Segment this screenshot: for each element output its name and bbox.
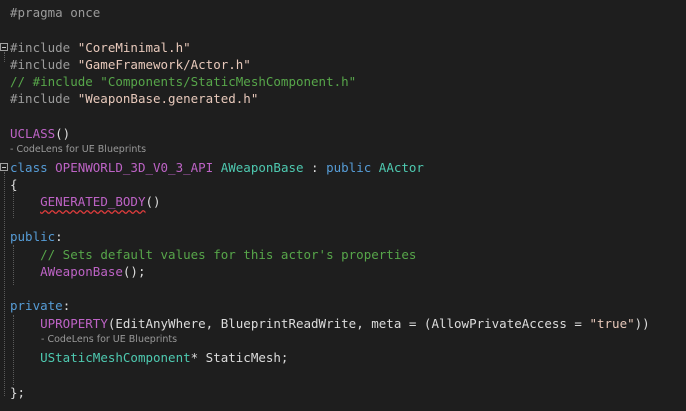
code-token: #include [10, 40, 78, 55]
code-line-open-brace[interactable]: { [10, 176, 18, 193]
code-token: AWeaponBase [220, 160, 312, 175]
code-token: )) [634, 316, 650, 331]
code-line-generated-body[interactable]: GENERATED_BODY() [10, 193, 161, 210]
code-token: public [326, 160, 379, 175]
code-token: () [55, 126, 71, 141]
code-token: (); [122, 264, 146, 279]
code-token: class [10, 160, 56, 175]
codelens-uproperty[interactable]: - CodeLens for UE Blueprints [41, 334, 177, 346]
code-line-comment-defaults[interactable]: // Sets default values for this actor's … [10, 246, 416, 263]
code-line-private[interactable]: private: [10, 297, 70, 314]
code-token: #pragma once [10, 5, 101, 20]
code-token: UCLASS [10, 126, 56, 141]
code-line-staticmesh[interactable]: UStaticMeshComponent* StaticMesh; [10, 349, 288, 366]
code-token: #include [10, 57, 78, 72]
code-token: }; [10, 385, 26, 400]
code-token: "CoreMinimal.h" [77, 40, 191, 55]
code-token: () [145, 194, 161, 209]
code-token: "WeaponBase.generated.h" [77, 91, 259, 106]
code-token: "GameFramework/Actor.h" [77, 57, 251, 72]
code-token: : [62, 298, 71, 313]
code-token: "true" [589, 316, 635, 331]
code-token: AActor [378, 160, 424, 175]
code-token: * StaticMesh; [190, 350, 289, 365]
fold-toggle-class-icon[interactable] [0, 163, 8, 171]
code-line-include-actor[interactable]: #include "GameFramework/Actor.h" [10, 56, 251, 73]
code-token: UPROPERTY [40, 316, 108, 331]
code-token: public [10, 229, 56, 244]
code-line-constructor[interactable]: AWeaponBase(); [10, 263, 145, 280]
fold-guide-class [4, 172, 5, 396]
code-line-uclass[interactable]: UCLASS() [10, 125, 70, 142]
code-line-close-brace[interactable]: }; [10, 384, 25, 401]
code-token: // #include "Components/StaticMeshCompon… [10, 74, 357, 89]
code-line-uproperty[interactable]: UPROPERTY(EditAnyWhere, BlueprintReadWri… [10, 315, 650, 332]
code-line-include-generated[interactable]: #include "WeaponBase.generated.h" [10, 90, 258, 107]
code-token: // Sets default values for this actor's … [40, 247, 417, 262]
fold-toggle-includes-icon[interactable] [0, 43, 8, 51]
code-line-include-coreminimal[interactable]: #include "CoreMinimal.h" [10, 39, 191, 56]
code-editor[interactable]: #pragma once #include "CoreMinimal.h" #i… [0, 0, 686, 411]
code-token: OPENWORLD_3D_V0_3_API [55, 160, 221, 175]
code-line-commented-include[interactable]: // #include "Components/StaticMeshCompon… [10, 73, 356, 90]
fold-guide-includes [4, 52, 5, 62]
code-token: #include [10, 91, 78, 106]
code-token: GENERATED_BODY [40, 194, 146, 209]
code-line-class-declaration[interactable]: class OPENWORLD_3D_V0_3_API AWeaponBase … [10, 159, 424, 176]
code-token: UStaticMeshComponent [40, 350, 191, 365]
codelens-uclass[interactable]: - CodeLens for UE Blueprints [10, 144, 146, 156]
code-token: private [10, 298, 63, 313]
code-token: { [10, 177, 18, 192]
code-line-public[interactable]: public: [10, 228, 63, 245]
code-token: (EditAnyWhere, BlueprintReadWrite, meta … [107, 316, 590, 331]
code-token: : [55, 229, 63, 244]
code-token: : [311, 160, 327, 175]
code-line-pragma[interactable]: #pragma once [10, 4, 100, 21]
code-token: AWeaponBase [40, 264, 123, 279]
